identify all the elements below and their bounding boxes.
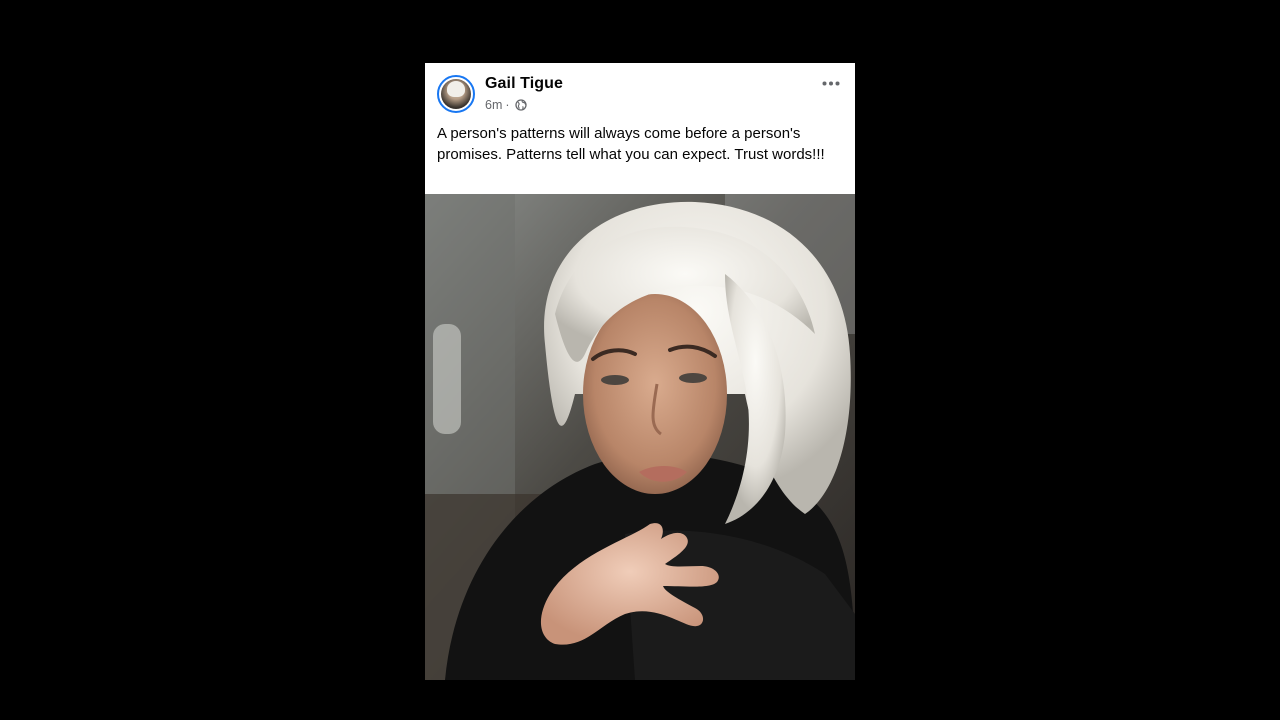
facebook-post-card: Gail Tigue 6m · A person's patterns will… — [425, 63, 855, 680]
more-options-icon — [822, 81, 840, 85]
author-avatar[interactable] — [437, 75, 475, 113]
author-name[interactable]: Gail Tigue — [485, 75, 563, 93]
video-frame: Gail Tigue 6m · A person's patterns will… — [0, 0, 1280, 720]
post-timestamp[interactable]: 6m — [485, 98, 502, 112]
meta-separator: · — [505, 98, 510, 112]
post-text: A person's patterns will always come bef… — [437, 125, 825, 163]
globe-icon[interactable] — [514, 99, 527, 111]
more-options-button[interactable] — [817, 73, 845, 93]
post-photo[interactable] — [425, 194, 855, 680]
post-header: Gail Tigue 6m · — [425, 63, 855, 123]
post-meta: 6m · — [485, 98, 527, 112]
avatar-photo — [441, 79, 471, 109]
